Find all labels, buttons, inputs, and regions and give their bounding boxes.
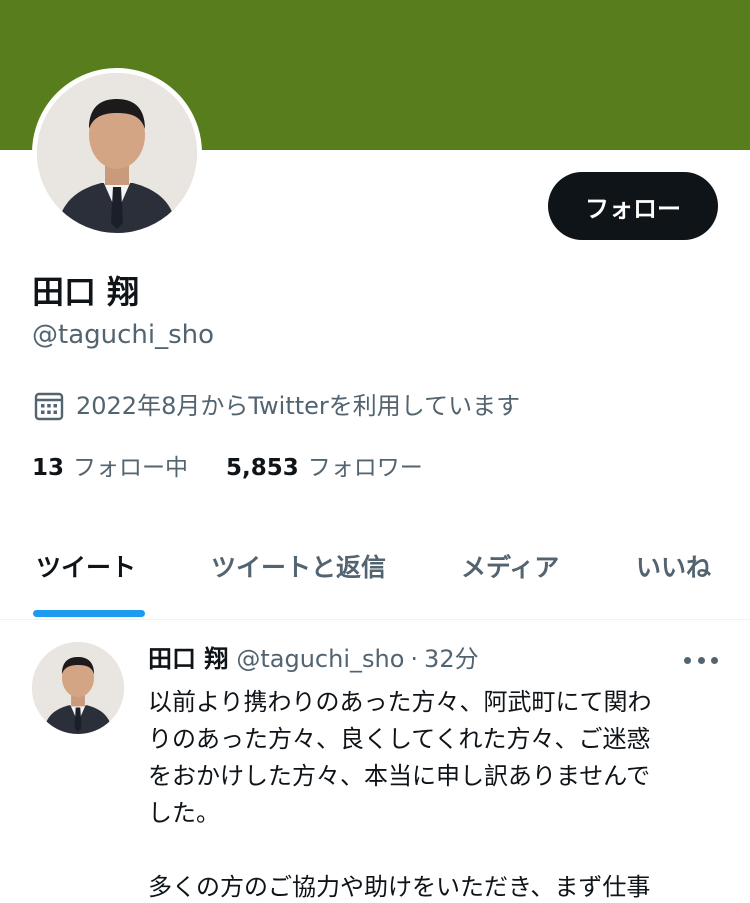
follow-button[interactable]: フォロー bbox=[548, 172, 718, 240]
following-count: 13 bbox=[32, 455, 65, 481]
tab-tweets[interactable]: ツイート bbox=[36, 550, 136, 586]
tweet-text: 以前より携わりのあった方々、阿武町にて関わ りのあった方々、良くしてくれた方々、… bbox=[148, 684, 708, 903]
tweet-separator: · bbox=[410, 645, 419, 673]
profile-tabs: ツイート ツイートと返信 メディア いいね bbox=[0, 538, 750, 620]
joined-date: 2022年8月からTwitterを利用しています bbox=[34, 390, 520, 422]
tab-media[interactable]: メディア bbox=[461, 550, 559, 586]
tweet-author-name[interactable]: 田口 翔 bbox=[148, 642, 228, 676]
joined-text: 2022年8月からTwitterを利用しています bbox=[76, 392, 521, 420]
tab-tweets-and-replies[interactable]: ツイートと返信 bbox=[211, 550, 386, 586]
profile-stats: 13 フォロー中 5,853 フォロワー bbox=[32, 452, 461, 484]
more-icon[interactable] bbox=[684, 650, 718, 670]
followers-stat[interactable]: 5,853 フォロワー bbox=[226, 452, 423, 484]
tweet-timestamp[interactable]: 32分 bbox=[424, 642, 479, 676]
tweet-line-blank bbox=[148, 832, 708, 869]
tweet[interactable]: 田口 翔 @taguchi_sho · 32分 以前より携わりのあった方々、阿武… bbox=[0, 620, 750, 903]
tweet-line: 多くの方のご協力や助けをいただき、まず仕事 bbox=[148, 873, 651, 901]
tweet-line: をおかけした方々、本当に申し訳ありませんで bbox=[148, 762, 651, 790]
tab-likes[interactable]: いいね bbox=[636, 550, 711, 586]
tweet-line: 以前より携わりのあった方々、阿武町にて関わ bbox=[148, 688, 652, 716]
profile-display-name: 田口 翔 bbox=[32, 273, 140, 311]
active-tab-indicator bbox=[33, 610, 145, 617]
tweet-header: 田口 翔 @taguchi_sho · 32分 bbox=[148, 642, 479, 676]
tweet-avatar[interactable] bbox=[32, 642, 124, 734]
tweet-author-handle[interactable]: @taguchi_sho bbox=[236, 642, 404, 676]
avatar-photo bbox=[32, 642, 124, 734]
tweet-line: りのあった方々、良くしてくれた方々、ご迷惑 bbox=[148, 725, 651, 753]
followers-count: 5,853 bbox=[226, 455, 299, 481]
calendar-icon bbox=[34, 392, 64, 421]
following-stat[interactable]: 13 フォロー中 bbox=[32, 452, 188, 484]
tweet-line: した。 bbox=[148, 799, 220, 827]
profile-handle: @taguchi_sho bbox=[32, 320, 215, 350]
profile-avatar[interactable] bbox=[32, 68, 202, 238]
avatar-photo bbox=[37, 73, 197, 233]
following-label: フォロー中 bbox=[73, 455, 189, 481]
followers-label: フォロワー bbox=[307, 455, 423, 481]
